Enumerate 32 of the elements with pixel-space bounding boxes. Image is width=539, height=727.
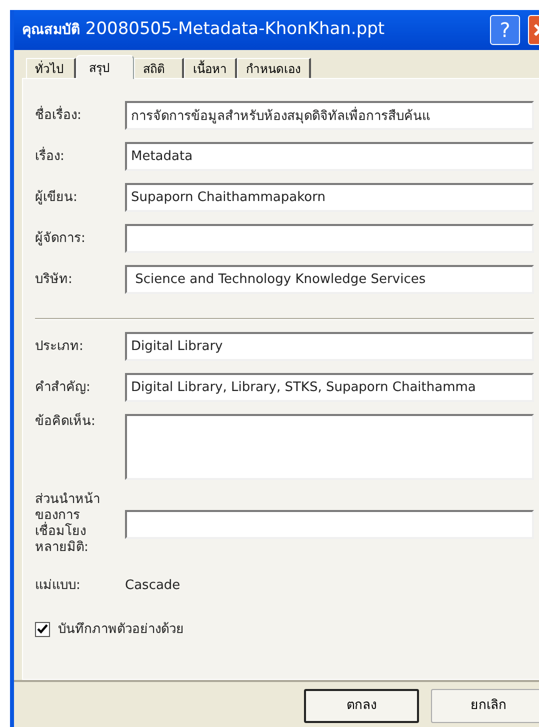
text-field[interactable]: Supaporn Chaithammapakorn (125, 183, 534, 212)
checkbox[interactable] (35, 622, 50, 637)
dialog-button[interactable]: ยกเลิก (431, 689, 539, 723)
text-field[interactable]: Digital Library, Library, STKS, Supaporn Chaithamma (125, 373, 534, 402)
text-field[interactable]: การจัดการข้อมูลสำหรับห้องสมุดดิจิทัลเพื่อการสืบค้นแ (125, 101, 534, 130)
comments-field[interactable] (125, 414, 534, 480)
text-field[interactable] (125, 510, 534, 538)
field-label: แม่แบบ: (35, 578, 82, 594)
text-field[interactable]: Metadata (125, 142, 534, 171)
window-title: คุณสมบัติ 20080505-Metadata-KhonKhan.ppt (22, 18, 385, 42)
help-button[interactable]: ? (490, 15, 520, 45)
field-label: ผู้เขียน: (35, 190, 78, 206)
field-label: คำสำคัญ: (35, 380, 92, 396)
checkbox-label: บันทึกภาพตัวอย่างด้วย (58, 620, 184, 638)
tab[interactable]: สรุป (76, 55, 134, 79)
field-label: ชื่อเรื่อง: (35, 108, 82, 124)
text-field[interactable]: Science and Technology Knowledge Services (125, 265, 534, 294)
field-label: ส่วนนำหน้า ของการ เชื่อมโยง หลายมิติ: (35, 492, 101, 556)
template-value: Cascade (125, 577, 180, 595)
tab[interactable]: สถิติ (134, 58, 184, 78)
text-field[interactable] (125, 224, 534, 253)
tab[interactable]: เนื้อหา (184, 58, 237, 78)
text-field[interactable]: Digital Library (125, 332, 534, 361)
check-icon (37, 624, 48, 635)
dialog-button[interactable]: ตกลง (304, 689, 419, 723)
field-label: บริษัท: (35, 272, 74, 288)
tab[interactable]: ทั่วไป (26, 58, 76, 78)
field-label: ข้อคิดเห็น: (35, 414, 96, 430)
field-label: เรื่อง: (35, 148, 66, 164)
field-label: ประเภท: (35, 338, 84, 354)
field-label: ผู้จัดการ: (35, 230, 86, 246)
tab[interactable]: กำหนดเอง (237, 58, 311, 78)
